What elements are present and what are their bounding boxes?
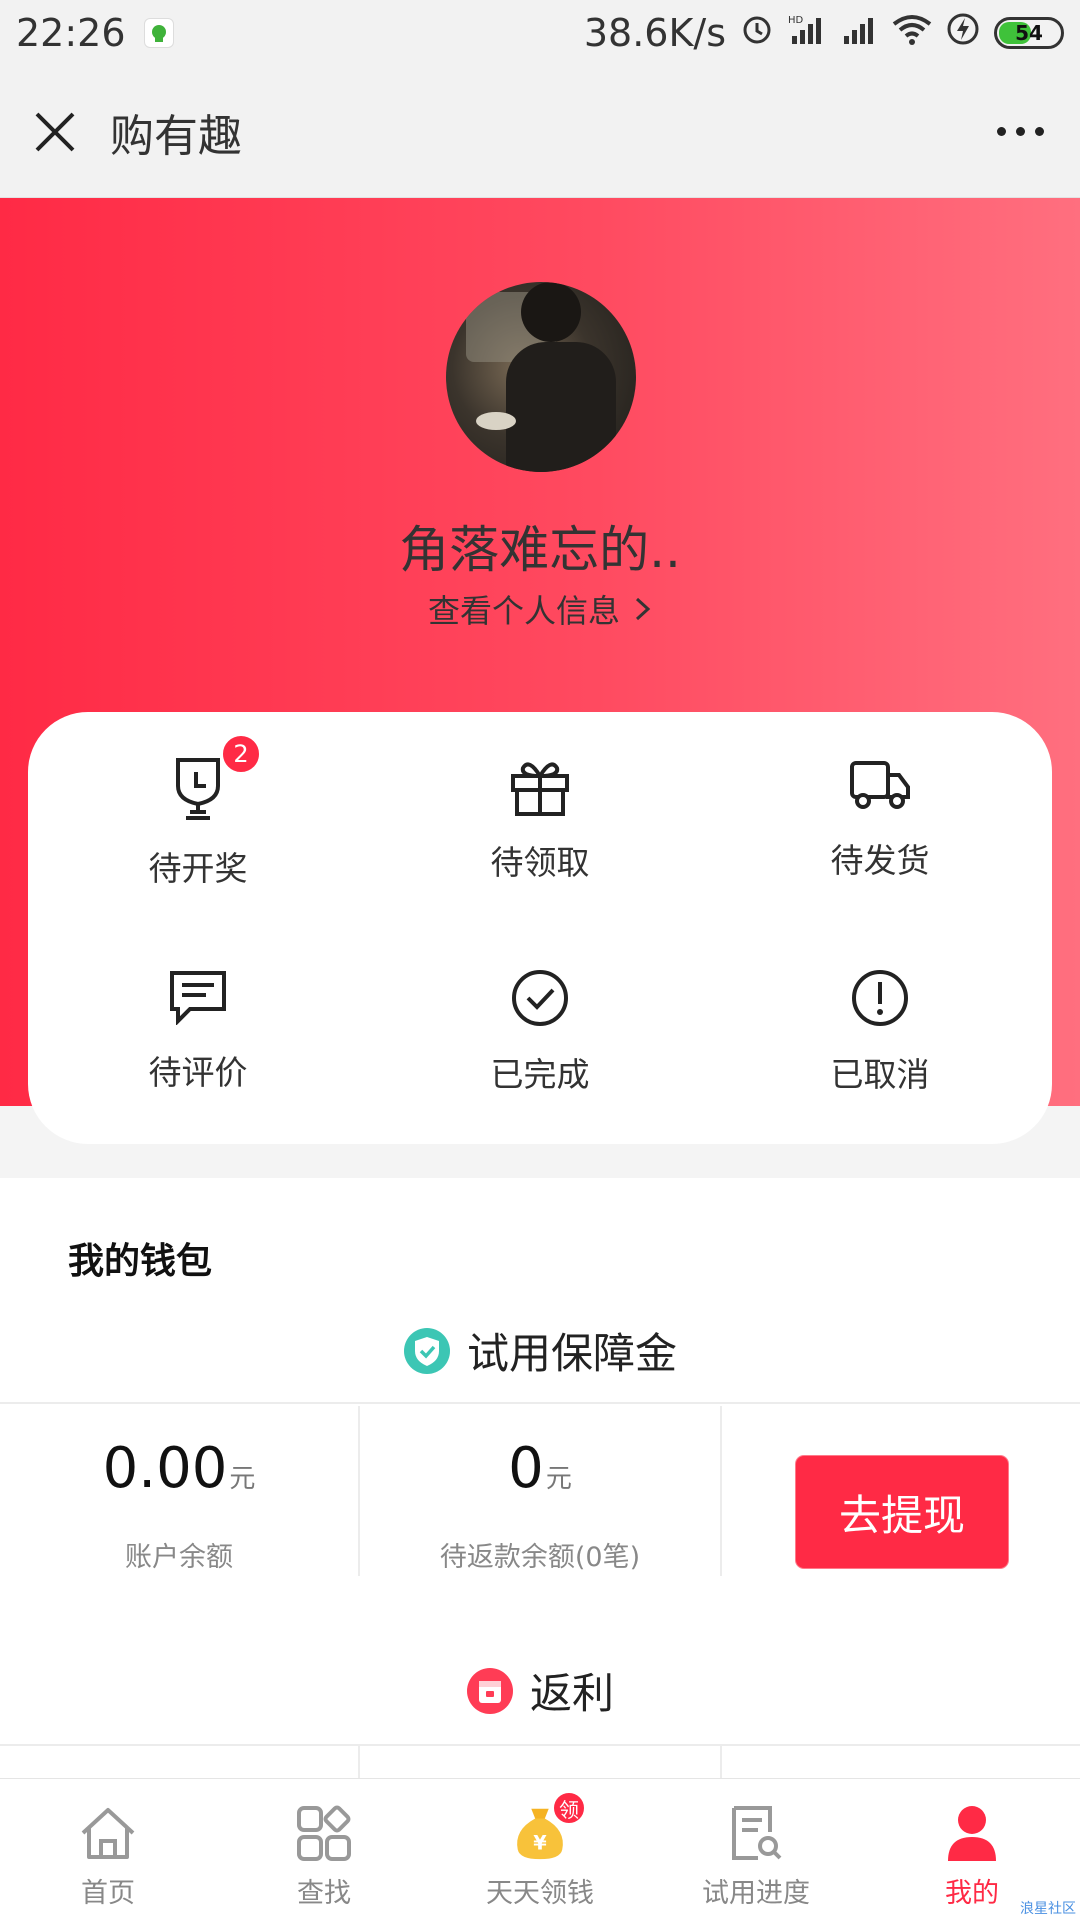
order-pending-claim[interactable]: 待领取 — [420, 712, 660, 882]
exclamation-circle-icon — [852, 970, 908, 1026]
rebate-label: 返利 — [529, 1669, 614, 1718]
document-search-icon — [732, 1806, 782, 1860]
nav-home[interactable]: 首页 — [0, 1779, 216, 1920]
status-bar: 22:26 38.6K/s HD 54 — [0, 0, 1080, 66]
more-icon — [996, 127, 1006, 136]
order-pending-review[interactable]: 待评价 — [78, 924, 318, 1094]
status-time: 22:26 — [16, 11, 126, 55]
order-badge: 2 — [221, 734, 261, 774]
order-completed[interactable]: 已完成 — [420, 924, 660, 1094]
title-bar: 购有趣 — [0, 66, 1080, 198]
svg-text:HD: HD — [788, 15, 804, 26]
truck-icon — [850, 761, 910, 809]
order-status-card: 2 待开奖 待领取 待发货 待评价 已完成 已取消 — [28, 712, 1052, 1144]
username: 角落难忘的.. — [399, 521, 681, 579]
signal-icon — [842, 11, 878, 55]
comment-icon — [170, 971, 226, 1025]
close-button[interactable] — [0, 66, 110, 198]
order-label: 已取消 — [830, 1055, 930, 1094]
trial-deposit-heading: 试用保障金 — [0, 1320, 1080, 1381]
nav-label: 首页 — [81, 1878, 135, 1909]
apps-icon — [297, 1805, 351, 1861]
order-pending-ship[interactable]: 待发货 — [760, 712, 1000, 882]
view-profile-link[interactable]: 查看个人信息 — [0, 586, 1080, 632]
pending-refund-value: 0 — [508, 1436, 544, 1501]
nav-trial-progress[interactable]: 试用进度 — [648, 1779, 864, 1920]
avatar[interactable] — [446, 282, 636, 472]
nav-label: 天天领钱 — [486, 1878, 594, 1909]
order-pending-draw[interactable]: 2 待开奖 — [78, 712, 318, 888]
check-circle-icon — [512, 970, 568, 1026]
nav-daily-money[interactable]: ¥ 领 天天领钱 — [432, 1779, 648, 1920]
pending-refund: 0元 待返款余额(0笔) — [360, 1406, 720, 1576]
wallet-title: 我的钱包 — [68, 1241, 213, 1282]
pending-refund-unit: 元 — [545, 1464, 572, 1494]
alarm-icon — [740, 11, 774, 55]
order-label: 待发货 — [830, 841, 930, 880]
svg-text:¥: ¥ — [533, 1831, 547, 1854]
app-icon — [143, 18, 174, 48]
more-button[interactable] — [960, 66, 1080, 198]
chevron-right-icon — [635, 597, 651, 621]
nav-search[interactable]: 查找 — [216, 1779, 432, 1920]
rebate-icon — [466, 1667, 513, 1714]
home-icon — [81, 1808, 135, 1859]
withdraw-button[interactable]: 去提现 — [796, 1456, 1008, 1568]
view-profile-label: 查看个人信息 — [427, 592, 620, 630]
shield-check-icon — [403, 1327, 450, 1374]
battery-level: 54 — [1015, 21, 1043, 45]
battery-icon: 54 — [994, 17, 1064, 49]
pending-refund-label: 待返款余额(0笔) — [439, 1542, 641, 1573]
account-balance: 0.00元 账户余额 — [0, 1406, 358, 1576]
watermark: 浪星社区 — [1020, 1901, 1076, 1917]
user-icon — [948, 1806, 996, 1861]
rebate-heading: 返利 — [0, 1660, 1080, 1721]
nav-label: 查找 — [297, 1878, 351, 1909]
trial-deposit-label: 试用保障金 — [466, 1329, 677, 1378]
nav-label: 试用进度 — [702, 1878, 810, 1909]
trophy-clock-icon — [176, 758, 220, 820]
order-label: 待领取 — [490, 843, 590, 882]
hd-signal-icon: HD — [788, 11, 828, 55]
charging-icon — [946, 11, 980, 55]
close-icon — [35, 112, 75, 151]
page-title: 购有趣 — [110, 110, 242, 162]
account-balance-value: 0.00 — [102, 1436, 228, 1501]
order-label: 待开奖 — [148, 849, 248, 888]
account-balance-label: 账户余额 — [125, 1542, 233, 1573]
wifi-icon — [892, 11, 932, 55]
order-label: 待评价 — [148, 1053, 248, 1092]
wallet-section: 我的钱包 试用保障金 0.00元 账户余额 0元 待返款余额(0笔) 去提现 返… — [0, 1178, 1080, 1778]
network-speed: 38.6K/s — [583, 11, 726, 55]
gift-icon — [511, 762, 569, 816]
account-balance-unit: 元 — [229, 1464, 256, 1494]
order-label: 已完成 — [490, 1055, 590, 1094]
nav-label: 我的 — [945, 1878, 999, 1909]
bottom-nav: 首页 查找 ¥ 领 天天领钱 试用进度 我的 浪星社区 — [0, 1778, 1080, 1920]
nav-badge: 领 — [552, 1791, 586, 1825]
order-cancelled[interactable]: 已取消 — [760, 924, 1000, 1094]
